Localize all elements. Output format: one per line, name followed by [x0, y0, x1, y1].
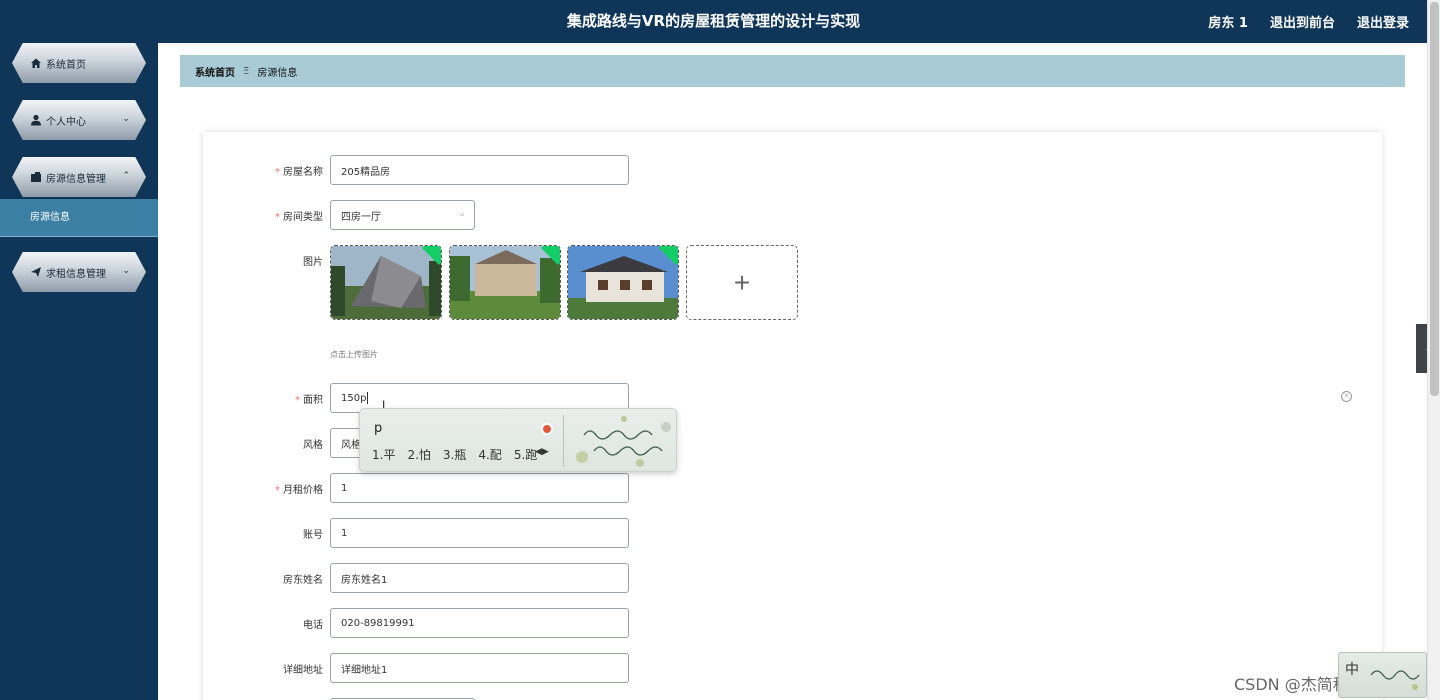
- ime-skin-decoration: [1370, 670, 1420, 690]
- phone-input[interactable]: 020-89819991: [330, 608, 629, 638]
- ime-candidate[interactable]: 3.瓶: [443, 446, 466, 463]
- sidebar-subitem-house-info[interactable]: 房源信息: [0, 199, 158, 237]
- phone-label: 电话: [303, 620, 323, 631]
- user-icon: [30, 114, 42, 126]
- chevron-up-icon: ⌃: [122, 171, 130, 181]
- sidebar-item-label: 房源信息管理: [46, 173, 106, 185]
- area-label: * 面积: [295, 395, 323, 406]
- picture-label: 图片: [303, 257, 323, 268]
- rent-label: * 月租价格: [275, 485, 323, 496]
- owner-label: 房东姓名: [283, 575, 323, 586]
- logout-link[interactable]: 退出登录: [1357, 12, 1409, 31]
- header-actions: 房东 1 退出到前台 退出登录: [1208, 0, 1409, 43]
- vertical-scrollbar[interactable]: [1427, 0, 1440, 700]
- top-header: 集成路线与VR的房屋租赁管理的设计与实现 房东 1 退出到前台 退出登录: [0, 0, 1427, 43]
- ime-candidate-popup[interactable]: p 1.平 2.怕 3.瓶 4.配 5.跑 ◀▶: [359, 408, 677, 472]
- name-label: * 房屋名称: [275, 167, 323, 178]
- house-photo-thumbnail[interactable]: [567, 245, 679, 320]
- address-input[interactable]: 详细地址1: [330, 653, 629, 683]
- sidebar-item-rent-request[interactable]: 求租信息管理 ⌄: [12, 252, 146, 292]
- ime-status-bar[interactable]: 中: [1338, 652, 1427, 698]
- sidebar-item-house-manage[interactable]: 房源信息管理 ⌃: [12, 157, 146, 197]
- current-user[interactable]: 房东 1: [1208, 12, 1248, 31]
- address-label: 详细地址: [283, 665, 323, 676]
- sidebar: 系统首页 个人中心 ⌄ 房源信息管理 ⌃ 房源信息 求租信息管理 ⌄: [0, 43, 158, 700]
- ime-candidate[interactable]: 2.怕: [407, 446, 430, 463]
- ime-candidates: 1.平 2.怕 3.瓶 4.配 5.跑: [372, 446, 537, 463]
- ime-page-arrows-icon[interactable]: ◀▶: [535, 447, 549, 457]
- ime-typed-text: p: [374, 421, 383, 436]
- sidebar-item-label: 求租信息管理: [46, 268, 106, 280]
- ime-divider: [563, 415, 564, 467]
- ime-candidate[interactable]: 1.平: [372, 446, 395, 463]
- account-label: 账号: [303, 530, 323, 541]
- folder-icon: [30, 171, 42, 183]
- home-icon: [30, 57, 42, 69]
- breadcrumb-current: 房源信息: [257, 67, 298, 79]
- sidebar-item-home[interactable]: 系统首页: [12, 43, 146, 83]
- ime-candidate[interactable]: 4.配: [478, 446, 501, 463]
- style-label: 风格: [303, 440, 323, 451]
- upload-tip: 点击上传图片: [330, 350, 378, 359]
- breadcrumb-separator: Ξ: [243, 65, 250, 77]
- sidebar-item-label: 个人中心: [46, 116, 86, 128]
- plus-icon: +: [733, 266, 751, 298]
- ime-mode-label[interactable]: 中: [1345, 659, 1359, 679]
- scrollbar-thumb[interactable]: [1430, 2, 1439, 396]
- sidebar-item-label: 系统首页: [46, 59, 86, 71]
- ime-skin-decoration: [576, 416, 671, 467]
- room-type-select[interactable]: 四房一厅 ⌄: [330, 200, 475, 230]
- owner-name-input[interactable]: 房东姓名1: [330, 563, 629, 593]
- breadcrumb-home[interactable]: 系统首页: [195, 64, 235, 79]
- house-photo-thumbnail[interactable]: [330, 245, 442, 320]
- chevron-down-icon: ⌄: [122, 114, 130, 124]
- house-photo-thumbnail[interactable]: [449, 245, 561, 320]
- text-caret: [367, 392, 369, 404]
- monthly-rent-input[interactable]: 1: [330, 473, 629, 503]
- chevron-down-icon: ⌄: [122, 266, 130, 276]
- send-icon: [30, 266, 42, 278]
- type-label: * 房间类型: [275, 212, 323, 223]
- ime-logo-icon: [541, 423, 553, 435]
- sidebar-item-personal[interactable]: 个人中心 ⌄: [12, 100, 146, 140]
- back-to-front-link[interactable]: 退出到前台: [1270, 12, 1335, 31]
- house-name-input[interactable]: 205精品房: [330, 155, 629, 185]
- breadcrumb: 系统首页 Ξ 房源信息: [180, 55, 1405, 87]
- ime-candidate[interactable]: 5.跑: [514, 446, 537, 463]
- chevron-down-icon: ⌄: [458, 209, 466, 219]
- upload-picture-button[interactable]: +: [686, 245, 798, 320]
- close-circle-icon[interactable]: ×: [1341, 391, 1352, 402]
- account-input[interactable]: 1: [330, 518, 629, 548]
